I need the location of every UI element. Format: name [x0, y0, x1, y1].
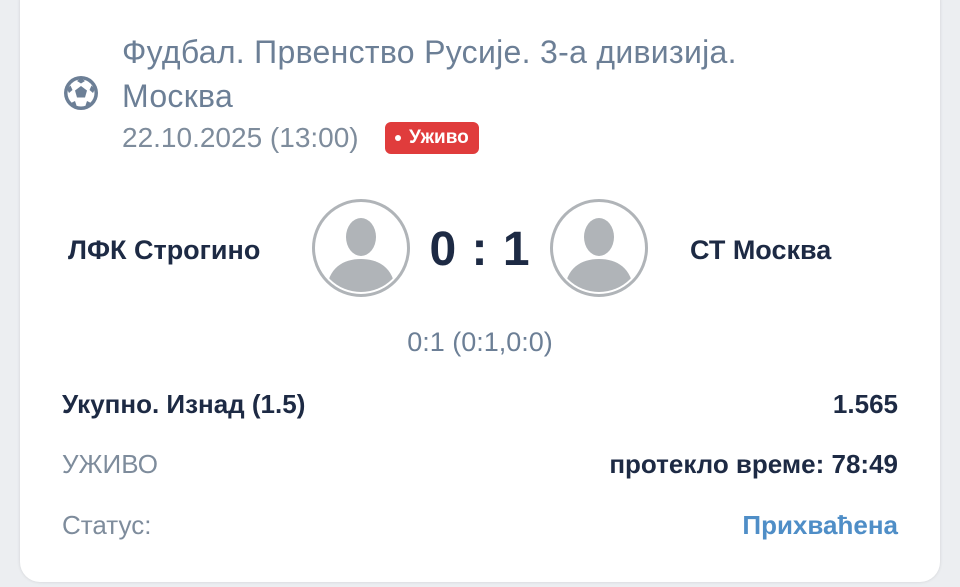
- away-team-name: СТ Москва: [690, 235, 832, 265]
- score-detail: 0:1 (0:1,0:0): [407, 327, 553, 357]
- elapsed-time: протекло време: 78:49: [609, 449, 898, 479]
- home-team-name: ЛФК Строгино: [68, 235, 261, 265]
- match-score: 0 : 1: [429, 223, 531, 276]
- live-dot-icon: [395, 135, 401, 141]
- soccer-ball-icon: [64, 76, 98, 110]
- match-datetime: 22.10.2025 (13:00): [122, 122, 359, 153]
- bet-market: Укупно. Изнад (1.5): [62, 389, 306, 419]
- live-badge: Уживо: [385, 122, 479, 154]
- home-team-avatar-icon: [312, 199, 410, 297]
- bet-odds: 1.565: [832, 389, 898, 419]
- live-badge-label: Уживо: [409, 127, 469, 148]
- league-title: Фудбал. Првенство Русије. 3-а дивизија. …: [122, 34, 737, 114]
- status-value: Прихваћена: [742, 510, 898, 540]
- live-status-label: УЖИВО: [62, 449, 158, 479]
- status-label: Статус:: [62, 510, 152, 540]
- away-team-avatar-icon: [550, 199, 648, 297]
